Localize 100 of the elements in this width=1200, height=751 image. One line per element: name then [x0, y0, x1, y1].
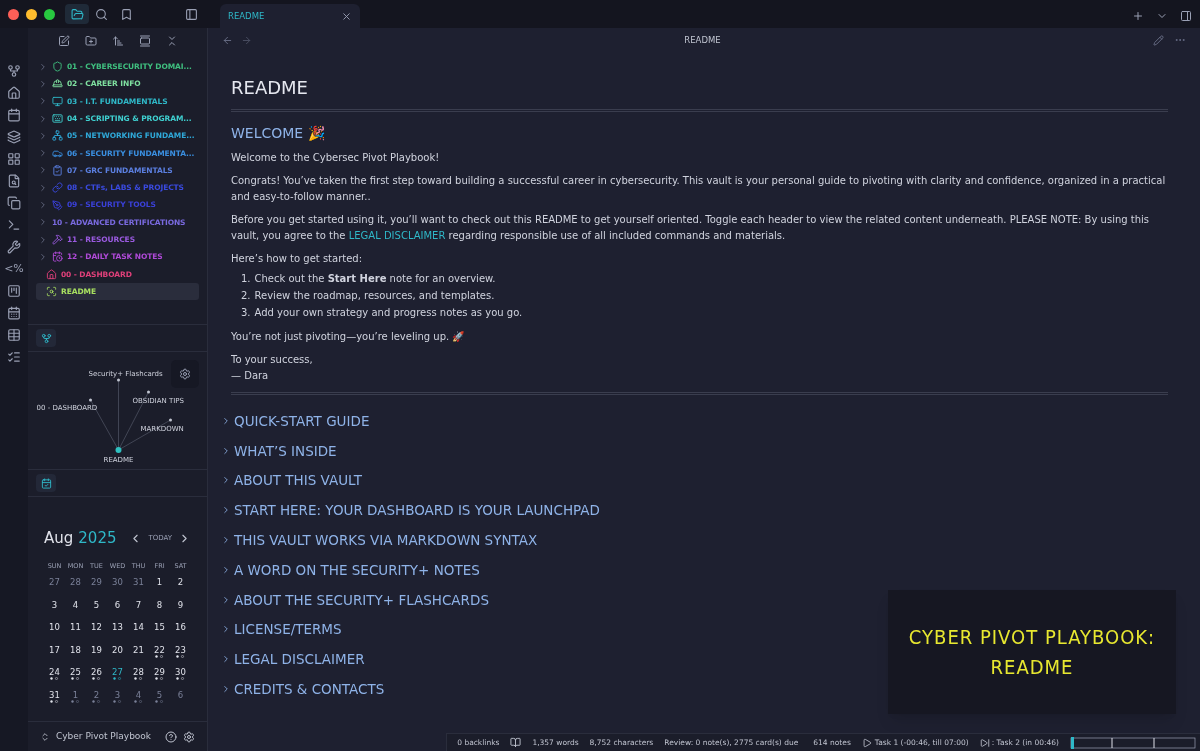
calendar-day[interactable]: 31	[44, 689, 65, 707]
minimize-window-button[interactable]	[26, 8, 37, 20]
calendar-day[interactable]: 14	[128, 622, 149, 639]
help-icon[interactable]	[165, 730, 177, 743]
copy-icon[interactable]	[7, 196, 21, 210]
home-icon[interactable]	[7, 86, 21, 100]
settings-icon[interactable]	[183, 730, 195, 743]
collapsed-heading[interactable]: LICENSE/TERMS	[234, 619, 342, 640]
calendar-day[interactable]: 7	[128, 599, 149, 617]
vault-switch-icon[interactable]	[40, 731, 50, 742]
tools-icon[interactable]	[7, 240, 21, 254]
calendar-day[interactable]: 15	[149, 622, 170, 639]
calendar-day[interactable]: 11	[65, 622, 86, 639]
chevron-icon[interactable]	[221, 535, 231, 546]
chevron-icon[interactable]	[221, 505, 231, 516]
calendar-day[interactable]: 24	[44, 667, 65, 684]
calendar-day[interactable]: 17	[44, 644, 65, 662]
calendar-day[interactable]: 1	[149, 577, 170, 594]
back-icon[interactable]	[222, 34, 233, 46]
chevron-icon[interactable]	[221, 445, 231, 456]
list-icon[interactable]	[7, 350, 21, 364]
sidebar-toggle-icon[interactable]	[185, 7, 198, 21]
calendar-day[interactable]: 12	[86, 622, 107, 639]
search-icon[interactable]	[95, 7, 108, 21]
calendar-day[interactable]: 25	[65, 667, 86, 684]
chevron-icon[interactable]	[221, 415, 231, 426]
collapsed-heading[interactable]: THIS VAULT WORKS VIA MARKDOWN SYNTAX	[234, 529, 538, 551]
calendar-day[interactable]: 27	[44, 577, 65, 594]
calendar-day[interactable]: 27	[107, 667, 128, 684]
collapsed-heading[interactable]: ABOUT THE SECURITY+ FLASHCARDS	[234, 589, 489, 610]
new-note-icon[interactable]	[57, 35, 70, 47]
template-button[interactable]: <%	[4, 262, 24, 276]
book-icon[interactable]	[510, 737, 522, 748]
close-icon[interactable]	[341, 10, 352, 22]
note-tab[interactable]: README	[220, 4, 360, 28]
calendar-day[interactable]: 29	[149, 667, 170, 684]
skip-icon[interactable]	[979, 737, 990, 748]
new-folder-icon[interactable]	[84, 35, 97, 47]
kanban-icon[interactable]	[7, 284, 21, 298]
calendar-tab[interactable]	[36, 474, 56, 492]
calendar-day[interactable]: 29	[86, 577, 107, 594]
collapsed-heading[interactable]: A WORD ON THE SECURITY+ NOTES	[234, 559, 480, 580]
calendar-day[interactable]: 9	[170, 599, 191, 617]
calendar-day[interactable]: 4	[128, 689, 149, 707]
chevron-icon[interactable]	[221, 564, 231, 575]
graph-tab[interactable]	[36, 329, 56, 347]
vault-name[interactable]: Cyber Pivot Playbook	[56, 729, 152, 744]
cards-icon[interactable]	[7, 130, 21, 144]
right-sidebar-icon[interactable]	[1180, 10, 1192, 22]
calendar-day[interactable]: 18	[65, 644, 86, 662]
chevron-icon[interactable]	[221, 624, 231, 635]
calendar-day[interactable]: 22	[149, 644, 170, 662]
calendar-day[interactable]: 3	[107, 689, 128, 707]
calendar-day[interactable]: 13	[107, 622, 128, 639]
calendar-day[interactable]: 30	[107, 577, 128, 594]
collapsed-heading[interactable]: LEGAL DISCLAIMER	[234, 649, 365, 670]
collapsed-heading[interactable]: ABOUT THIS VAULT	[234, 470, 362, 491]
play-icon[interactable]	[861, 737, 872, 748]
sort-icon[interactable]	[111, 35, 124, 47]
collapsed-heading[interactable]: QUICK-START GUIDE	[234, 410, 370, 431]
calendar-day[interactable]: 16	[170, 622, 191, 639]
calendar-day[interactable]: 31	[128, 577, 149, 594]
chevron-icon[interactable]	[221, 475, 231, 486]
graph-icon[interactable]	[7, 64, 21, 78]
calendar-day[interactable]: 5	[149, 689, 170, 707]
close-window-button[interactable]	[8, 8, 19, 20]
collapsed-heading[interactable]: WHAT’S INSIDE	[234, 440, 337, 461]
calendar-day[interactable]: 30	[170, 667, 191, 684]
calendar-day[interactable]: 2	[86, 689, 107, 707]
maximize-window-button[interactable]	[44, 8, 55, 20]
bookmark-icon[interactable]	[120, 7, 133, 21]
chevron-icon[interactable]	[221, 594, 231, 605]
terminal-icon[interactable]	[7, 218, 21, 232]
calendar-day[interactable]: 2	[170, 577, 191, 594]
calendar-icon[interactable]	[7, 108, 21, 122]
grid-icon[interactable]	[7, 152, 21, 166]
collapsed-heading[interactable]: CREDITS & CONTACTS	[234, 678, 385, 700]
calendar-day[interactable]: 5	[86, 599, 107, 617]
calendar-day[interactable]: 10	[44, 622, 65, 639]
calendar-day[interactable]: 4	[65, 599, 86, 617]
settings-button[interactable]	[171, 360, 199, 388]
edit-icon[interactable]	[1153, 34, 1164, 46]
files-tab[interactable]	[65, 4, 89, 24]
legal-disclaimer-link[interactable]: LEGAL DISCLAIMER	[348, 230, 446, 241]
calendar-list-icon[interactable]	[7, 306, 21, 320]
file-search-icon[interactable]	[7, 174, 21, 188]
calendar-day[interactable]: 26	[86, 667, 107, 684]
chevron-icon[interactable]	[221, 684, 231, 695]
calendar-day[interactable]: 21	[128, 644, 149, 662]
table-icon[interactable]	[7, 328, 21, 342]
calendar-day[interactable]: 20	[107, 644, 128, 662]
calendar-day[interactable]: 19	[86, 644, 107, 662]
calendar-day[interactable]: 3	[44, 599, 65, 617]
calendar-day[interactable]: 8	[149, 599, 170, 617]
new-tab-icon[interactable]	[1132, 10, 1144, 22]
calendar-day[interactable]: 6	[170, 689, 191, 707]
collapsed-heading[interactable]: START HERE: YOUR DASHBOARD IS YOUR LAUNCHPAD	[234, 500, 600, 521]
calendar-day[interactable]: 6	[107, 599, 128, 617]
calendar-day[interactable]: 28	[128, 667, 149, 684]
calendar-day[interactable]: 1	[65, 689, 86, 707]
